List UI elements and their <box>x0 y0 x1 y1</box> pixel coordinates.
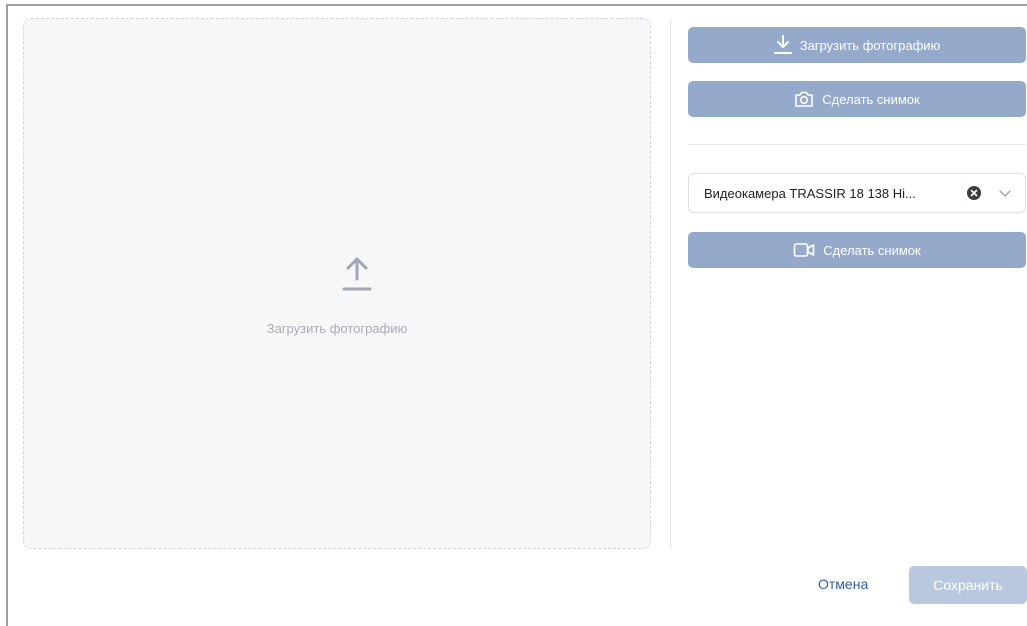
upload-photo-button[interactable]: Загрузить фотографию <box>688 27 1026 63</box>
vertical-divider <box>670 18 671 550</box>
download-arrow-icon <box>773 35 792 54</box>
clear-icon[interactable] <box>967 186 981 200</box>
camera-snapshot-button-label: Сделать снимок <box>823 242 921 258</box>
cancel-button[interactable]: Отмена <box>818 576 868 592</box>
horizontal-divider <box>688 144 1026 145</box>
dropzone-label: Загрузить фотографию <box>266 321 408 336</box>
take-snapshot-button[interactable]: Сделать снимок <box>688 81 1026 117</box>
upload-arrow-icon <box>342 257 372 291</box>
save-button[interactable]: Сохранить <box>909 566 1027 604</box>
take-snapshot-button-label: Сделать снимок <box>822 91 920 107</box>
upload-photo-button-label: Загрузить фотографию <box>799 37 941 53</box>
photo-dropzone[interactable]: Загрузить фотографию <box>23 18 651 549</box>
video-camera-icon <box>793 243 815 257</box>
camera-select[interactable]: Видеокамера TRASSIR 18 138 Hi... <box>688 173 1026 213</box>
camera-select-value: Видеокамера TRASSIR 18 138 Hi... <box>704 185 916 201</box>
camera-icon <box>795 91 814 107</box>
chevron-down-icon[interactable] <box>999 188 1011 198</box>
camera-snapshot-button[interactable]: Сделать снимок <box>688 232 1026 268</box>
